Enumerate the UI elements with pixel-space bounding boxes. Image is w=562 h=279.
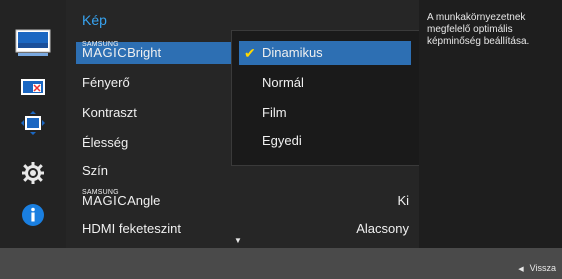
sidebar-item-size-position[interactable]	[18, 108, 48, 138]
help-text: A munkakörnyezetnek megfelelő optimális …	[427, 12, 530, 47]
info-icon	[22, 204, 44, 226]
magic-bright-dropdown: ✔ Dinamikus Normál Film Egyedi	[231, 30, 421, 166]
size-position-icon	[21, 111, 45, 135]
triangle-left-icon: ◀	[518, 266, 524, 273]
menu-item-brightness[interactable]: Fényerő	[82, 72, 130, 94]
menu-title: Kép	[82, 12, 107, 28]
return-label: Vissza	[529, 263, 556, 273]
menu-item-label: Fényerő	[82, 75, 130, 90]
dropdown-option-label: Dinamikus	[262, 45, 323, 60]
dropdown-option-egyedi[interactable]: Egyedi	[232, 129, 418, 153]
menu-item-sharpness[interactable]: Élesség	[82, 132, 128, 154]
menu-item-label: Bright	[127, 45, 162, 60]
menu-item-hdmi-black-level[interactable]: HDMI feketeszint	[82, 218, 181, 240]
menu-item-label: HDMI feketeszint	[82, 221, 181, 236]
menu-item-magic-angle[interactable]: SAMSUNG MAGICAngle	[82, 189, 412, 212]
color-icon	[21, 79, 45, 95]
menu-item-contrast[interactable]: Kontraszt	[82, 102, 137, 124]
menu-item-label: Szín	[82, 163, 109, 178]
dropdown-option-film[interactable]: Film	[232, 101, 418, 125]
chevron-down-icon[interactable]: ▼	[234, 236, 242, 245]
osd-screen: Kép SAMSUNG MAGICBright Fényerő Kontraszt…	[0, 0, 562, 279]
sidebar-item-picture[interactable]	[12, 28, 54, 58]
menu-item-color[interactable]: Szín	[82, 160, 108, 182]
dropdown-option-dinamikus[interactable]: ✔ Dinamikus	[239, 41, 411, 65]
sidebar-item-color[interactable]	[18, 72, 48, 102]
menu-item-label: Élesség	[82, 135, 129, 150]
category-sidebar	[0, 0, 66, 248]
sidebar-item-setup[interactable]	[18, 158, 48, 188]
menu-item-label: Angle	[127, 193, 161, 208]
samsung-magic-logo: SAMSUNG MAGIC	[82, 41, 128, 60]
dropdown-option-label: Normál	[262, 75, 304, 90]
magic-angle-value: Ki	[397, 193, 409, 208]
check-icon: ✔	[244, 45, 256, 61]
gear-icon	[22, 162, 44, 184]
bottom-bar: ◀ Vissza	[0, 248, 562, 279]
dropdown-option-label: Egyedi	[262, 133, 302, 148]
dropdown-option-normal[interactable]: Normál	[232, 71, 418, 95]
return-button[interactable]: ◀ Vissza	[518, 263, 556, 273]
monitor-icon	[15, 29, 51, 56]
sidebar-item-info[interactable]	[18, 200, 48, 230]
samsung-magic-logo: SAMSUNG MAGIC	[82, 189, 128, 208]
help-panel: A munkakörnyezetnek megfelelő optimális …	[419, 0, 562, 248]
hdmi-black-level-value: Alacsony	[356, 221, 409, 236]
dropdown-option-label: Film	[262, 105, 287, 120]
menu-item-label: Kontraszt	[82, 105, 137, 120]
